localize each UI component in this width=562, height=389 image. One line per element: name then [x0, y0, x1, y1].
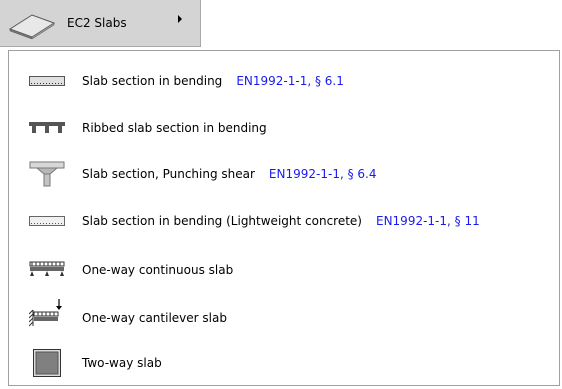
slab-section-icon [27, 68, 67, 94]
lightweight-slab-icon [27, 208, 67, 234]
menu-item-punching-shear[interactable]: Slab section, Punching shear EN1992-1-1, … [10, 152, 558, 196]
continuous-slab-icon [27, 257, 67, 283]
menu-item-label: Two-way slab [82, 356, 162, 370]
menu-item-cantilever-slab[interactable]: One-way cantilever slab [10, 296, 558, 340]
menu-item-label: Slab section, Punching shear [82, 167, 255, 181]
menu-item-reference: EN1992-1-1, § 11 [375, 214, 480, 228]
menu-item-reference: EN1992-1-1, § 6.1 [236, 74, 344, 88]
menu-item-reference: EN1992-1-1, § 6.4 [268, 167, 377, 181]
menu-item-continuous-slab[interactable]: One-way continuous slab [10, 248, 558, 292]
menu-item-ribbed-slab[interactable]: Ribbed slab section in bending [10, 106, 558, 150]
two-way-slab-icon [27, 348, 67, 378]
menu-item-slab-bending[interactable]: Slab section in bending EN1992-1-1, § 6.1 [10, 59, 558, 103]
cantilever-slab-icon [27, 297, 67, 331]
ribbed-slab-icon [27, 115, 67, 141]
menu-item-lightweight-slab[interactable]: Slab section in bending (Lightweight con… [10, 199, 558, 243]
punching-shear-icon [27, 161, 67, 187]
menu-item-label: One-way cantilever slab [82, 311, 227, 325]
slabs-submenu: Slab section in bending EN1992-1-1, § 6.1… [8, 50, 560, 386]
menu-item-two-way-slab[interactable]: Two-way slab [10, 341, 558, 385]
slab-icon [8, 14, 56, 39]
menu-item-label: Slab section in bending [82, 74, 223, 88]
ec2-slabs-menu[interactable]: EC2 Slabs [0, 0, 201, 47]
menu-item-label: Ribbed slab section in bending [82, 121, 267, 135]
menu-title: EC2 Slabs [67, 16, 127, 30]
submenu-arrow-icon [178, 15, 182, 23]
menu-item-label: Slab section in bending (Lightweight con… [82, 214, 362, 228]
menu-item-label: One-way continuous slab [82, 263, 234, 277]
